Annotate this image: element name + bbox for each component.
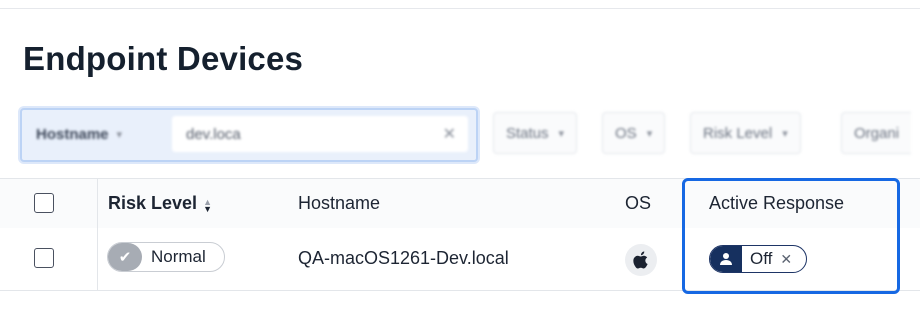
sort-icon[interactable]: ▲ ▼ [203, 197, 212, 213]
hostname-filter-group: Hostname ▾ ✕ [20, 108, 478, 162]
user-icon [710, 246, 742, 272]
active-response-value: Off [750, 249, 773, 268]
table-header-row: Risk Level ▲ ▼ Hostname OS Active Respons… [0, 178, 920, 230]
filter-field-label: Hostname [36, 125, 109, 143]
column-header-hostname[interactable]: Hostname [298, 193, 380, 214]
chevron-down-icon: ▾ [782, 127, 788, 140]
hostname-cell[interactable]: QA-macOS1261-Dev.local [298, 248, 509, 269]
page-title: Endpoint Devices [23, 40, 304, 77]
filter-field-select[interactable]: Hostname ▾ [28, 117, 174, 151]
column-header-os[interactable]: OS [625, 193, 651, 214]
chevron-down-icon: ▾ [558, 127, 565, 140]
check-icon: ✔ [108, 243, 142, 271]
top-divider [0, 8, 920, 9]
hostname-search[interactable]: ✕ [172, 116, 468, 152]
status-filter[interactable]: Status ▾ [493, 112, 578, 154]
clear-icon[interactable]: ✕ [443, 124, 456, 144]
risk-level-toggle[interactable]: ✔ Normal [107, 242, 225, 272]
risk-level-filter[interactable]: Risk Level ▾ [690, 112, 801, 154]
remove-icon[interactable]: ✕ [780, 251, 792, 268]
risk-level-header-label: Risk Level [108, 193, 198, 213]
column-divider [97, 178, 98, 290]
filter-bar: Hostname ▾ ✕ Status ▾ OS ▾ Risk Level ▾ … [20, 108, 920, 162]
os-filter[interactable]: OS ▾ [602, 112, 666, 154]
organization-filter-label: Organi [854, 124, 900, 142]
risk-level-filter-label: Risk Level [703, 124, 773, 142]
column-header-active-response[interactable]: Active Response [709, 193, 844, 214]
column-header-risk-level[interactable]: Risk Level ▲ ▼ [108, 193, 212, 214]
chevron-down-icon: ▾ [116, 128, 123, 141]
status-filter-label: Status [506, 124, 549, 142]
risk-level-value: Normal [151, 247, 206, 266]
select-all-checkbox[interactable] [34, 193, 54, 213]
os-filter-label: OS [615, 124, 637, 142]
organization-filter[interactable]: Organi [841, 112, 912, 154]
active-response-pill[interactable]: Off ✕ [709, 245, 807, 273]
apple-icon [625, 244, 657, 276]
row-select-checkbox[interactable] [34, 248, 54, 268]
hostname-search-input[interactable] [184, 124, 438, 144]
chevron-down-icon: ▾ [646, 127, 653, 140]
